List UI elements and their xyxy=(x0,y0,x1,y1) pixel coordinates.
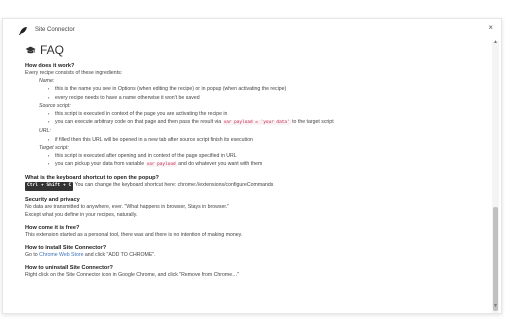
answer-line: Except what you define in your recipes, … xyxy=(25,211,138,218)
faq-how-it-works: How does it work? Every recipe consists … xyxy=(25,63,493,169)
list-item: every recipe needs to have a name otherw… xyxy=(48,94,493,102)
answer-text: and click "ADD TO CHROME". xyxy=(84,252,156,259)
ingredient-name-label: Name: xyxy=(39,78,55,85)
faq-heading: FAQ xyxy=(25,43,493,57)
list-item: this script is executed after opening an… xyxy=(48,152,493,160)
faq-security: Security and privacy No data are transmi… xyxy=(25,197,493,219)
list-item-text: you can execute arbitrary code on that p… xyxy=(55,119,222,126)
faq-heading-text: FAQ xyxy=(40,43,65,57)
faq-free: How come it is free? This extension star… xyxy=(25,225,493,239)
ingredient-url-label: URL: xyxy=(39,128,51,135)
list-item-text: you can pickup your data from variable xyxy=(55,161,145,168)
list-item: this script is executed in context of th… xyxy=(48,110,493,118)
ingredient-source-label: Source script: xyxy=(39,102,71,109)
graduation-cap-icon xyxy=(25,46,36,53)
list-item-text: and do whatever you want with them xyxy=(178,161,263,168)
faq-shortcut: What is the keyboard shortcut to open th… xyxy=(25,175,493,191)
scrollbar-thumb[interactable] xyxy=(493,207,498,311)
answer-line: No data are transmitted to anywhere, eve… xyxy=(25,203,230,210)
name-items-list: this is the name you see in Options (whe… xyxy=(48,85,493,102)
list-item-text: to the target script xyxy=(292,119,334,126)
shortcut-kbd: Ctrl + Shift + C xyxy=(25,182,74,191)
answer-install: Go to Chrome Web Store and click "ADD TO… xyxy=(25,251,493,259)
list-item: you can execute arbitrary code on that p… xyxy=(48,118,493,127)
list-item: this is the name you see in Options (whe… xyxy=(48,85,493,93)
target-items-list: this script is executed after opening an… xyxy=(48,152,493,169)
answer-text: Go to xyxy=(25,252,38,259)
dialog-titlebar: Site Connector × xyxy=(3,19,501,41)
code-snippet: var payload = 'your data' xyxy=(222,120,291,126)
faq-uninstall: How to uninstall Site Connector? Right c… xyxy=(25,265,493,279)
scroll-up-icon[interactable]: ▲ xyxy=(493,39,498,45)
list-item: you can pickup your data from variable v… xyxy=(48,160,493,169)
dialog-title: Site Connector xyxy=(35,27,75,33)
answer-shortcut: Ctrl + Shift + C You can change the keyb… xyxy=(25,181,493,191)
faq-install: How to install Site Connector? Go to Chr… xyxy=(25,245,493,259)
url-items-list: if filled then this URL will be opened i… xyxy=(48,136,493,144)
chrome-web-store-link[interactable]: Chrome Web Store xyxy=(39,252,83,258)
shortcut-text: You can change the keyboard shortcut her… xyxy=(74,182,274,189)
close-icon[interactable]: × xyxy=(488,23,493,32)
scroll-down-icon[interactable]: ▼ xyxy=(493,303,498,309)
answer-intro: Every recipe consists of these ingredien… xyxy=(25,70,123,76)
extension-dialog: Site Connector × FAQ How does it work? E… xyxy=(2,18,502,314)
source-items-list: this script is executed in context of th… xyxy=(48,110,493,127)
answer-free: This extension started as a personal too… xyxy=(25,232,243,239)
code-snippet: var payload xyxy=(145,162,177,168)
faq-scroll-area[interactable]: FAQ How does it work? Every recipe consi… xyxy=(3,41,493,313)
list-item: if filled then this URL will be opened i… xyxy=(48,136,493,144)
ingredient-target-label: Target script: xyxy=(39,144,69,151)
quill-icon xyxy=(19,27,27,35)
answer-uninstall: Right click on the Site Connector icon i… xyxy=(25,272,240,279)
